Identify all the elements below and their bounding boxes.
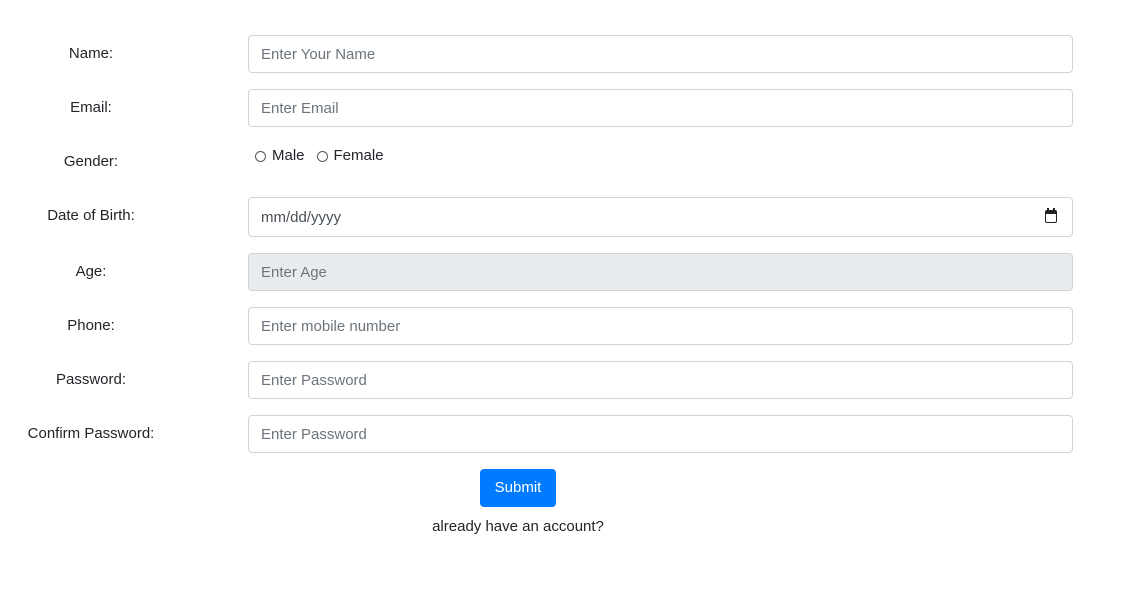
name-input[interactable] (248, 35, 1073, 73)
password-label: Password: (55, 371, 127, 388)
calendar-icon[interactable] (1045, 208, 1057, 223)
dob-input[interactable]: mm/dd/yyyy (248, 197, 1073, 237)
dob-label: Date of Birth: (47, 207, 135, 224)
age-input (248, 253, 1073, 291)
age-row: Age: (0, 253, 1122, 293)
gender-radio-female[interactable]: Female (316, 146, 384, 166)
gender-radio-male[interactable]: Male (255, 146, 305, 166)
signup-form: Name: Email: Gender: Male Female Date of… (0, 0, 1122, 591)
password-row: Password: (0, 361, 1122, 401)
male-radio-label: Male (272, 147, 305, 164)
dob-placeholder: mm/dd/yyyy (261, 209, 342, 226)
dob-row: Date of Birth: mm/dd/yyyy (0, 197, 1122, 237)
signin-link[interactable]: already have an account? (418, 517, 618, 537)
female-radio-button[interactable] (316, 150, 328, 162)
gender-radio-group: Male Female (255, 146, 396, 166)
phone-row: Phone: (0, 307, 1122, 347)
phone-label: Phone: (67, 317, 115, 334)
age-label: Age: (75, 263, 107, 280)
phone-input[interactable] (248, 307, 1073, 345)
email-input[interactable] (248, 89, 1073, 127)
gender-label: Gender: (63, 153, 119, 170)
name-label: Name: (68, 45, 114, 62)
confirm-password-row: Confirm Password: (0, 415, 1122, 455)
female-radio-label: Female (333, 147, 384, 164)
password-input[interactable] (248, 361, 1073, 399)
male-radio-button[interactable] (255, 150, 266, 162)
email-row: Email: (0, 89, 1122, 129)
email-label: Email: (70, 99, 112, 116)
submit-button[interactable]: Submit (480, 469, 556, 507)
name-row: Name: (0, 35, 1122, 75)
confirm-password-input[interactable] (248, 415, 1073, 453)
confirm-password-label: Confirm Password: (27, 425, 155, 442)
